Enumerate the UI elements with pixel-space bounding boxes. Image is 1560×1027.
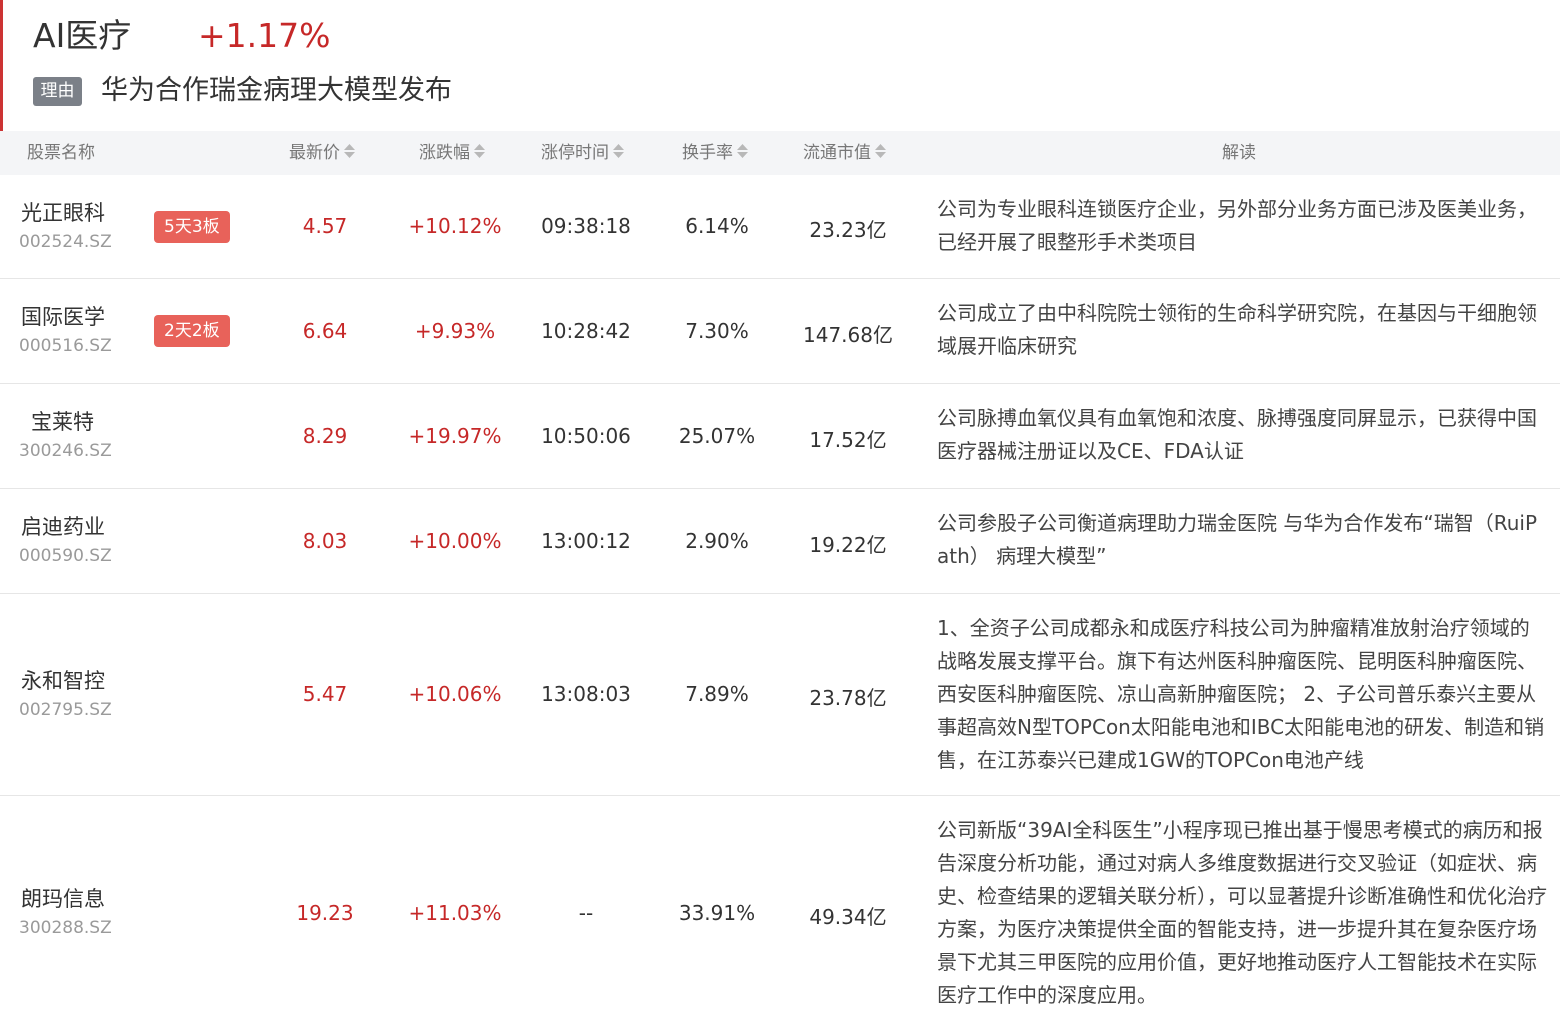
table-header: 股票名称 最新价 涨跌幅 涨停时间 换手率 流通市值 解读 (0, 131, 1560, 175)
column-header-price-label: 最新价 (289, 143, 340, 163)
turnover-rate: 2.90% (685, 529, 749, 553)
limit-up-time: 13:08:03 (541, 682, 631, 706)
column-header-market-cap[interactable]: 流通市值 (803, 131, 887, 175)
stock-name[interactable]: 朗玛信息 (21, 883, 105, 913)
latest-price: 8.03 (302, 529, 348, 553)
latest-price: 4.57 (302, 214, 348, 238)
column-header-limit-time[interactable]: 涨停时间 (541, 131, 625, 175)
limit-up-time: 10:50:06 (541, 424, 631, 448)
sort-updown-icon[interactable] (736, 142, 749, 160)
column-header-turnover-label: 换手率 (682, 143, 733, 163)
analysis-text: 公司为专业眼科连锁医疗企业，另外部分业务方面已涉及医美业务，已经开展了眼整形手术… (937, 197, 1537, 254)
latest-price: 5.47 (302, 682, 348, 706)
analysis-text: 公司参股子公司衡道病理助力瑞金医院 与华为合作发布“瑞智（RuiPath） 病理… (937, 511, 1538, 568)
column-header-market-cap-label: 流通市值 (803, 143, 871, 163)
sort-updown-icon[interactable] (343, 142, 356, 160)
limit-up-time: 10:28:42 (541, 319, 631, 343)
table-row[interactable]: 国际医学 000516.SZ 2天2板 6.64 +9.93% 10:28:42… (0, 279, 1560, 384)
stock-code: 300246.SZ (19, 441, 112, 461)
latest-price: 19.23 (296, 901, 354, 925)
float-market-cap: 23.78亿 (809, 686, 887, 710)
limit-up-time: 09:38:18 (541, 214, 631, 238)
sort-updown-icon[interactable] (473, 142, 486, 160)
analysis-text: 公司成立了由中科院院士领衔的生命科学研究院，在基因与干细胞领域展开临床研究 (937, 301, 1537, 358)
reason-badge: 理由 (33, 77, 82, 106)
header-accent-bar (0, 0, 3, 131)
column-header-limit-time-label: 涨停时间 (541, 143, 609, 163)
limit-streak-badge: 2天2板 (154, 315, 230, 347)
sort-updown-icon[interactable] (612, 142, 625, 160)
sector-header: AI医疗 +1.17% 理由 华为合作瑞金病理大模型发布 (0, 0, 1560, 131)
latest-price: 6.64 (302, 319, 348, 343)
float-market-cap: 23.23亿 (809, 218, 887, 242)
column-header-price[interactable]: 最新价 (289, 131, 356, 175)
stock-code: 300288.SZ (19, 918, 112, 938)
stock-name[interactable]: 光正眼科 (21, 197, 105, 227)
stock-code: 002524.SZ (19, 232, 112, 252)
column-header-analysis: 解读 (1222, 143, 1256, 163)
limit-up-time: -- (578, 901, 594, 925)
table-row[interactable]: 宝莱特 300246.SZ 8.29 +19.97% 10:50:06 25.0… (0, 384, 1560, 489)
table-row[interactable]: 光正眼科 002524.SZ 5天3板 4.57 +10.12% 09:38:1… (0, 175, 1560, 279)
table-row[interactable]: 永和智控 002795.SZ 5.47 +10.06% 13:08:03 7.8… (0, 594, 1560, 796)
stock-name[interactable]: 国际医学 (21, 301, 105, 331)
analysis-text: 公司脉搏血氧仪具有血氧饱和浓度、脉搏强度同屏显示，已获得中国医疗器械注册证以及C… (937, 406, 1537, 463)
stock-name[interactable]: 永和智控 (21, 665, 105, 695)
turnover-rate: 7.89% (685, 682, 749, 706)
sort-updown-icon[interactable] (874, 142, 887, 160)
float-market-cap: 17.52亿 (809, 428, 887, 452)
float-market-cap: 147.68亿 (803, 323, 893, 347)
float-market-cap: 49.34亿 (809, 905, 887, 929)
limit-up-time: 13:00:12 (541, 529, 631, 553)
column-header-change[interactable]: 涨跌幅 (419, 131, 486, 175)
column-header-change-label: 涨跌幅 (419, 143, 470, 163)
turnover-rate: 6.14% (685, 214, 749, 238)
sector-title: AI医疗 (33, 16, 132, 55)
turnover-rate: 33.91% (678, 901, 756, 925)
table-row[interactable]: 启迪药业 000590.SZ 8.03 +10.00% 13:00:12 2.9… (0, 489, 1560, 594)
analysis-text: 公司新版“39AI全科医生”小程序现已推出基于慢思考模式的病历和报告深度分析功能… (937, 818, 1547, 1007)
stock-name[interactable]: 启迪药业 (21, 511, 105, 541)
analysis-text: 1、全资子公司成都永和成医疗科技公司为肿瘤精准放射治疗领域的战略发展支撑平台。旗… (937, 616, 1545, 772)
stock-name[interactable]: 宝莱特 (31, 406, 94, 436)
stock-code: 002795.SZ (19, 700, 112, 720)
column-header-name: 股票名称 (27, 143, 95, 163)
turnover-rate: 25.07% (678, 424, 756, 448)
stock-code: 000590.SZ (19, 546, 112, 566)
reason-text: 华为合作瑞金病理大模型发布 (101, 75, 452, 106)
stock-code: 000516.SZ (19, 336, 112, 356)
sector-change: +1.17% (198, 16, 331, 55)
latest-price: 8.29 (302, 424, 348, 448)
turnover-rate: 7.30% (685, 319, 749, 343)
limit-streak-badge: 5天3板 (154, 211, 230, 243)
float-market-cap: 19.22亿 (809, 533, 887, 557)
column-header-turnover[interactable]: 换手率 (682, 131, 749, 175)
table-row[interactable]: 朗玛信息 300288.SZ 19.23 +11.03% -- 33.91% 4… (0, 796, 1560, 1027)
